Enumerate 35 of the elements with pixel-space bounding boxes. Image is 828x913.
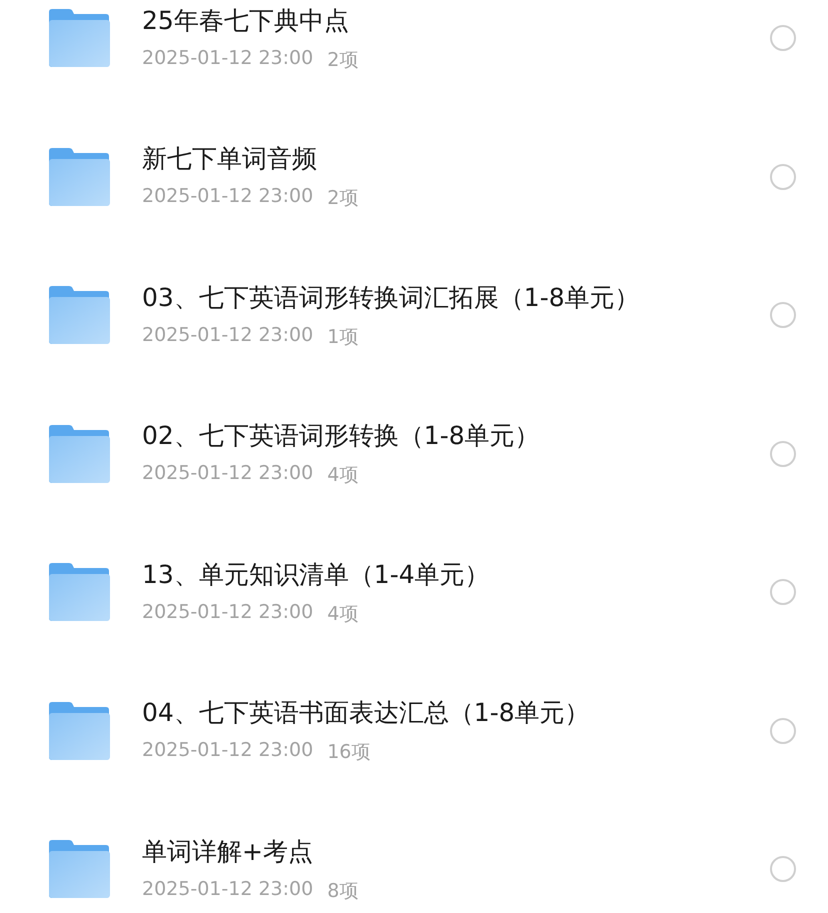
folder-name[interactable]: 04、七下英语书面表达汇总（1-8单元） (142, 696, 770, 730)
item-count: 8项 (327, 878, 358, 904)
folder-name[interactable]: 02、七下英语词形转换（1-8单元） (142, 419, 770, 452)
folder-icon (47, 146, 111, 207)
select-radio[interactable] (770, 302, 796, 328)
folder-icon (47, 285, 111, 346)
item-count: 4项 (327, 463, 358, 488)
item-count: 16项 (327, 740, 370, 766)
modified-date: 2025-01-12 23:00 (142, 185, 314, 210)
modified-date: 2025-01-12 23:00 (142, 600, 314, 625)
folder-name[interactable]: 25年春七下典中点 (142, 4, 770, 37)
modified-date: 2025-01-12 23:00 (142, 462, 314, 486)
folder-icon (47, 424, 111, 484)
select-radio[interactable] (770, 440, 796, 467)
item-count: 2项 (327, 48, 358, 73)
folder-icon (47, 839, 111, 900)
folder-name[interactable]: 13、单元知识清单（1-4单元） (142, 558, 770, 591)
modified-date: 2025-01-12 23:00 (142, 739, 314, 764)
folder-icon (47, 8, 111, 68)
folder-name[interactable]: 03、七下英语词形转换词汇拓展（1-8单元） (142, 280, 770, 314)
item-count: 2项 (327, 186, 358, 212)
item-count: 4项 (327, 602, 358, 627)
modified-date: 2025-01-12 23:00 (142, 46, 314, 71)
select-radio[interactable] (770, 856, 796, 882)
select-radio[interactable] (770, 718, 796, 744)
folder-icon (47, 562, 111, 622)
select-radio[interactable] (770, 25, 796, 52)
folder-name[interactable]: 新七下单词音频 (142, 142, 770, 176)
modified-date: 2025-01-12 23:00 (142, 324, 314, 348)
item-count: 1项 (327, 324, 358, 350)
folder-name[interactable]: 单词详解+考点 (142, 834, 770, 868)
folder-icon (47, 700, 111, 761)
modified-date: 2025-01-12 23:00 (142, 878, 314, 902)
select-radio[interactable] (770, 579, 796, 606)
select-radio[interactable] (770, 164, 796, 190)
